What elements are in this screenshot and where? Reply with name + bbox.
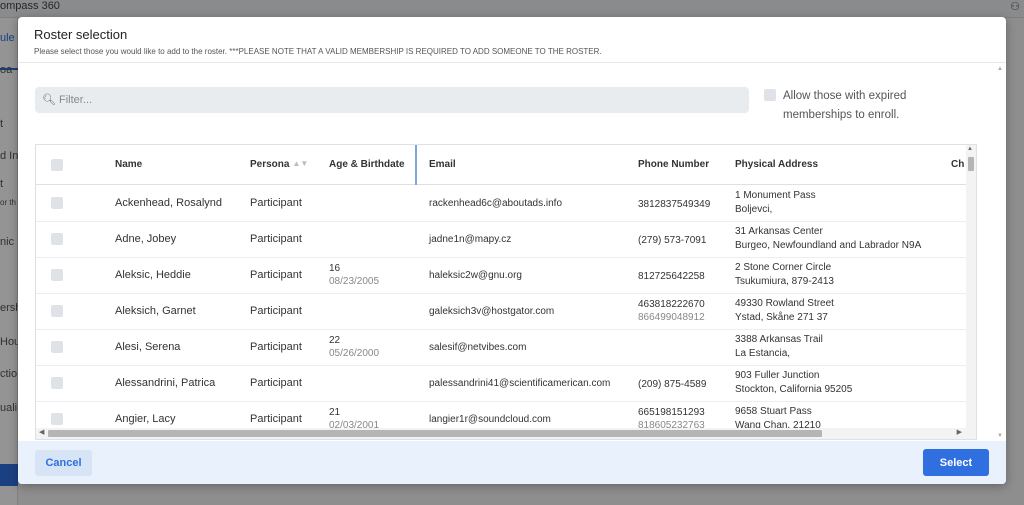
scroll-left-icon[interactable]: ◀ [39, 428, 44, 436]
scroll-thumb[interactable] [48, 430, 822, 437]
row-email: galeksich3v@hostgator.com [429, 306, 555, 317]
modal-body-scrollbar[interactable]: ▲ ▼ [996, 64, 1004, 441]
row-name: Adne, Jobey [115, 233, 177, 245]
row-name: Alessandrini, Patrica [115, 377, 216, 389]
row-email: palessandrini41@scientificamerican.com [429, 378, 611, 389]
row-persona: Participant [250, 377, 302, 389]
filter-box: 🔍︎ [35, 87, 749, 113]
row-persona: Participant [250, 233, 302, 245]
modal-body: 🔍︎ Allow those with expired memberships … [18, 64, 1006, 441]
column-header-phone[interactable]: Phone Number [638, 159, 709, 170]
filter-input[interactable] [59, 91, 739, 109]
sort-icon: ▲▼ [292, 159, 309, 168]
table-row[interactable]: Alesi, Serena Participant 22 05/26/2000 s… [36, 330, 966, 366]
table-horizontal-scrollbar[interactable]: ◀ ▶ [36, 428, 976, 439]
row-phone: (279) 573-7091 [638, 235, 707, 246]
row-address: 49330 Rowland Street Ystad, Skåne 271 37 [735, 298, 834, 323]
table-header: Name Persona ▲▼ Age & Birthdate Email Pho… [36, 145, 966, 185]
row-name: Alesi, Serena [115, 341, 181, 353]
column-header-next[interactable]: Ch [951, 159, 964, 170]
row-email: haleksic2w@gnu.org [429, 270, 522, 281]
row-address: 3388 Arkansas Trail La Estancia, [735, 334, 823, 359]
row-address: 31 Arkansas Center Burgeo, Newfoundland a… [735, 226, 922, 251]
modal-subtitle: Please select those you would like to ad… [34, 47, 602, 56]
column-header-persona[interactable]: Persona ▲▼ [250, 159, 308, 170]
scroll-thumb[interactable] [968, 157, 974, 171]
scroll-right-icon[interactable]: ▶ [957, 428, 962, 436]
row-checkbox[interactable] [51, 413, 63, 425]
row-checkbox[interactable] [51, 305, 63, 317]
expired-memberships-label: Allow those with expired memberships to … [783, 90, 907, 121]
column-resize-handle[interactable] [415, 145, 417, 185]
scroll-down-icon[interactable]: ▼ [996, 433, 1004, 439]
table-row[interactable]: Aleksich, Garnet Participant galeksich3v… [36, 294, 966, 330]
row-persona: Participant [250, 341, 302, 353]
row-phone: 812725642258 [638, 271, 705, 282]
row-address: 2 Stone Corner Circle Tsukumiura, 879-241… [735, 262, 834, 287]
scroll-up-icon[interactable]: ▲ [967, 146, 973, 152]
row-email: rackenhead6c@aboutads.info [429, 198, 563, 209]
row-persona: Participant [250, 413, 302, 425]
row-age-birthdate: 16 08/23/2005 [329, 263, 380, 287]
scroll-up-icon[interactable]: ▲ [996, 66, 1004, 72]
row-persona: Participant [250, 269, 302, 281]
row-name: Aleksich, Garnet [115, 305, 196, 317]
modal-footer: Cancel Select [18, 441, 1006, 484]
column-header-address[interactable]: Physical Address [735, 159, 818, 170]
modal-title: Roster selection [34, 27, 128, 42]
row-checkbox[interactable] [51, 377, 63, 389]
row-age-birthdate: 22 05/26/2000 [329, 335, 380, 359]
column-header-name[interactable]: Name [115, 159, 142, 170]
table-row[interactable]: Adne, Jobey Participant jadne1n@mapy.cz … [36, 222, 966, 258]
row-persona: Participant [250, 197, 302, 209]
select-button[interactable]: Select [923, 449, 989, 476]
roster-selection-modal: Roster selection Please select those you… [18, 17, 1006, 484]
row-phone: (209) 875-4589 [638, 379, 707, 390]
row-email: langier1r@soundcloud.com [429, 414, 551, 425]
table-row[interactable]: Alessandrini, Patrica Participant paless… [36, 366, 966, 402]
row-checkbox[interactable] [51, 197, 63, 209]
column-header-age-birthdate[interactable]: Age & Birthdate [329, 159, 405, 170]
row-phone: 3812837549349 [638, 199, 711, 210]
row-email: jadne1n@mapy.cz [429, 234, 512, 245]
row-address: 1 Monument Pass Boljevci, [735, 190, 816, 215]
row-checkbox[interactable] [51, 341, 63, 353]
table-row[interactable]: Ackenhead, Rosalynd Participant rackenhe… [36, 186, 966, 222]
table-row[interactable]: Aleksic, Heddie Participant 16 08/23/2005… [36, 258, 966, 294]
table-vertical-scrollbar[interactable]: ▲ [966, 145, 976, 428]
search-icon: 🔍︎ [42, 94, 56, 106]
column-header-email[interactable]: Email [429, 159, 456, 170]
expired-memberships-checkbox[interactable] [764, 89, 776, 101]
row-email: salesif@netvibes.com [429, 342, 527, 353]
row-name: Aleksic, Heddie [115, 269, 191, 281]
row-checkbox[interactable] [51, 233, 63, 245]
row-name: Ackenhead, Rosalynd [115, 197, 223, 209]
select-all-checkbox[interactable] [51, 159, 63, 171]
roster-table: Name Persona ▲▼ Age & Birthdate Email Pho… [35, 144, 977, 440]
row-persona: Participant [250, 305, 302, 317]
row-address: 903 Fuller Junction Stockton, California … [735, 370, 853, 395]
row-checkbox[interactable] [51, 269, 63, 281]
modal-header: Roster selection Please select those you… [18, 17, 1006, 63]
row-name: Angier, Lacy [115, 413, 176, 425]
row-phone: 463818222670 866499048912 [638, 299, 705, 323]
cancel-button[interactable]: Cancel [35, 450, 92, 476]
